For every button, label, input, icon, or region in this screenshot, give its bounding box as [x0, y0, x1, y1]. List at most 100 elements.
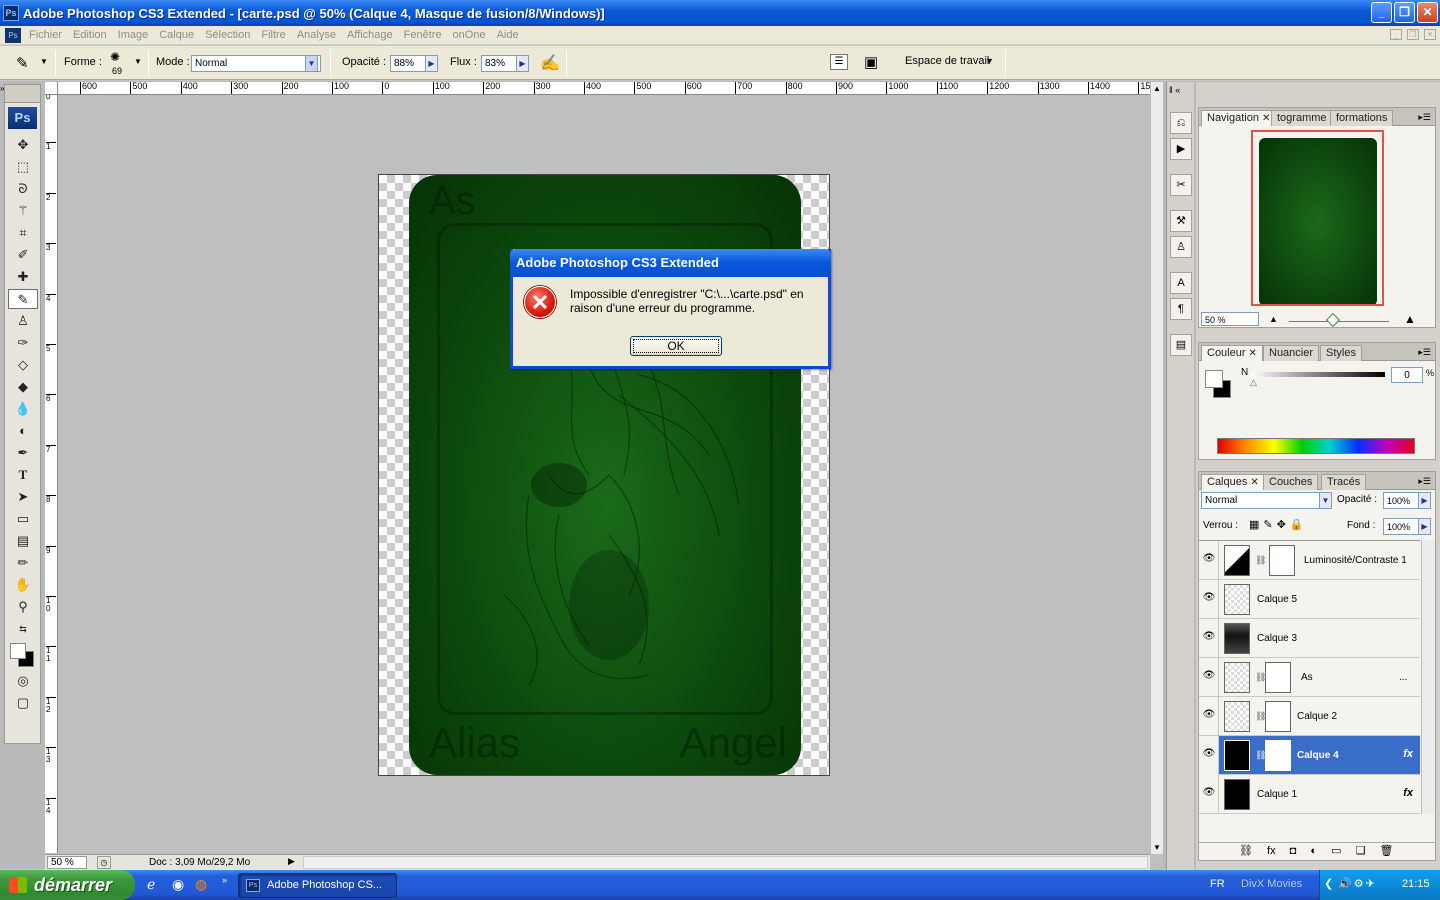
- color-spectrum[interactable]: [1217, 438, 1415, 454]
- menu-analyse[interactable]: Analyse: [297, 29, 343, 41]
- history-panel-icon[interactable]: ⎌: [1170, 112, 1192, 134]
- channel-slider[interactable]: [1251, 372, 1385, 377]
- lasso-tool-icon[interactable]: ᘐ: [8, 179, 38, 199]
- layer-row-as[interactable]: 👁 ⛓ As ...: [1199, 658, 1420, 697]
- document-icon[interactable]: Ps: [5, 27, 21, 43]
- chevron-down-icon[interactable]: ▼: [40, 57, 48, 66]
- layer-row-calque4[interactable]: 👁 ⛓ Calque 4 fx ▼: [1199, 736, 1420, 775]
- mode-select[interactable]: Normal: [191, 55, 321, 72]
- layer-mask-thumb[interactable]: [1265, 701, 1291, 732]
- new-group-icon[interactable]: ▭: [1331, 845, 1341, 857]
- fx-icon[interactable]: fx: [1403, 748, 1413, 760]
- tab-informations[interactable]: formations: [1330, 110, 1394, 126]
- menu-onone[interactable]: onOne: [453, 29, 493, 41]
- zoom-in-icon[interactable]: ▲: [1404, 312, 1416, 326]
- clone-source-icon[interactable]: ♙: [1170, 236, 1192, 258]
- navigator-view-box[interactable]: [1251, 130, 1384, 306]
- visibility-eye-icon[interactable]: 👁: [1202, 552, 1216, 566]
- zoom-field[interactable]: 50 %: [47, 856, 87, 869]
- layer-style-icon[interactable]: fx: [1267, 845, 1276, 857]
- crop-tool-icon[interactable]: ⌗: [8, 223, 38, 243]
- path-selection-tool-icon[interactable]: ➤: [8, 487, 38, 507]
- color-swatches[interactable]: [8, 641, 38, 669]
- layers-scrollbar[interactable]: [1421, 540, 1435, 814]
- menu-affichage[interactable]: Affichage: [347, 29, 400, 41]
- menu-image[interactable]: Image: [118, 29, 156, 41]
- close-button[interactable]: ✕: [1417, 2, 1438, 23]
- photoshop-logo[interactable]: Ps: [8, 107, 37, 129]
- tab-couleur[interactable]: Couleur ✕: [1201, 345, 1263, 361]
- ie-icon[interactable]: ℯ: [147, 876, 155, 893]
- zoom-slider-track[interactable]: [1289, 321, 1389, 322]
- zoom-tool-icon[interactable]: ⚲: [8, 597, 38, 617]
- layer-opacity-arrow[interactable]: ▶: [1418, 492, 1431, 509]
- doc-minimize-icon[interactable]: _: [1390, 29, 1402, 40]
- layer-mask-thumb[interactable]: [1265, 662, 1291, 693]
- language-indicator[interactable]: FR: [1210, 878, 1225, 890]
- notes-tool-icon[interactable]: ▤: [8, 531, 38, 551]
- scroll-down-icon[interactable]: ▼: [1153, 843, 1161, 852]
- brush-tool-preset-icon[interactable]: ✎: [16, 54, 29, 72]
- tab-couches[interactable]: Couches: [1263, 474, 1319, 490]
- fx-icon[interactable]: fx: [1403, 787, 1413, 799]
- swap-colors-icon[interactable]: ⇆: [8, 619, 38, 639]
- blur-tool-icon[interactable]: 💧: [8, 399, 38, 419]
- eyedropper-tool-icon[interactable]: ✏: [8, 553, 38, 573]
- layer-opacity-input[interactable]: 100%: [1383, 492, 1419, 509]
- visibility-eye-icon[interactable]: 👁: [1202, 630, 1216, 644]
- slice-tool-icon[interactable]: ✐: [8, 245, 38, 265]
- actions-panel-icon[interactable]: ▶: [1170, 138, 1192, 160]
- screen-mode-icon[interactable]: ▢: [8, 693, 38, 713]
- opacite-input[interactable]: 88%: [390, 55, 426, 72]
- layer-row-calque1[interactable]: 👁 Calque 1 fx ▼: [1199, 775, 1420, 814]
- visibility-eye-icon[interactable]: 👁: [1202, 708, 1216, 722]
- menu-fenetre[interactable]: Fenêtre: [404, 29, 449, 41]
- layer-row-calque2[interactable]: 👁 ⛓ Calque 2: [1199, 697, 1420, 736]
- paragraph-panel-icon[interactable]: ¶: [1170, 298, 1192, 320]
- marquee-tool-icon[interactable]: ⬚: [8, 157, 38, 177]
- panel-menu-icon[interactable]: ▸☰: [1418, 476, 1431, 487]
- zoom-out-icon[interactable]: ▲: [1269, 314, 1278, 324]
- hand-tool-icon[interactable]: ✋: [8, 575, 38, 595]
- tab-traces[interactable]: Tracés: [1321, 474, 1367, 490]
- tab-nuancier[interactable]: Nuancier: [1263, 345, 1320, 361]
- pen-tool-icon[interactable]: ✒: [8, 443, 38, 463]
- dialog-title[interactable]: Adobe Photoshop CS3 Extended: [510, 249, 831, 277]
- quicklaunch-expand-icon[interactable]: »: [222, 875, 227, 885]
- menu-edition[interactable]: Edition: [73, 29, 114, 41]
- fill-input[interactable]: 100%: [1383, 518, 1419, 535]
- photoshop-app-icon[interactable]: Ps: [3, 5, 19, 21]
- toolbox-header[interactable]: [5, 85, 40, 103]
- flux-input[interactable]: 83%: [481, 55, 517, 72]
- menu-selection[interactable]: Sélection: [205, 29, 257, 41]
- stamp-tool-icon[interactable]: ♙: [8, 311, 38, 331]
- layer-mask-thumb[interactable]: [1265, 740, 1291, 771]
- eraser-tool-icon[interactable]: ◇: [8, 355, 38, 375]
- visibility-eye-icon[interactable]: 👁: [1202, 669, 1216, 683]
- vertical-scrollbar[interactable]: ▲ ▼: [1150, 82, 1163, 854]
- tab-calques[interactable]: Calques ✕: [1201, 474, 1265, 490]
- brush-preview-icon[interactable]: ✺: [110, 50, 120, 64]
- paint-bucket-tool-icon[interactable]: ◆: [8, 377, 38, 397]
- workspace-label[interactable]: Espace de travail: [905, 55, 989, 67]
- tab-navigation[interactable]: Navigation ✕: [1201, 110, 1277, 126]
- strip-header[interactable]: ‖ «: [1167, 82, 1194, 108]
- move-tool-icon[interactable]: ✥: [8, 135, 38, 155]
- healing-brush-tool-icon[interactable]: ✚: [8, 267, 38, 287]
- menu-calque[interactable]: Calque: [159, 29, 201, 41]
- desktop-icon[interactable]: ◉: [172, 876, 184, 893]
- airbrush-icon[interactable]: ✍: [540, 53, 560, 73]
- brushes-panel-icon[interactable]: ⚒: [1170, 210, 1192, 232]
- history-brush-tool-icon[interactable]: ✑: [8, 333, 38, 353]
- channel-input[interactable]: 0: [1391, 367, 1423, 383]
- minimize-button[interactable]: _: [1371, 2, 1392, 23]
- clock[interactable]: 21:15: [1402, 878, 1430, 890]
- tray-expand-icon[interactable]: ❮: [1324, 877, 1333, 890]
- quick-mask-icon[interactable]: ◎: [8, 671, 38, 691]
- layer-row-calque3[interactable]: 👁 Calque 3: [1199, 619, 1420, 658]
- fill-arrow[interactable]: ▶: [1418, 518, 1431, 535]
- add-mask-icon[interactable]: ◘: [1290, 845, 1297, 857]
- foreground-color-swatch[interactable]: [10, 643, 26, 659]
- chevron-down-icon[interactable]: ▼: [985, 56, 994, 66]
- navigator-zoom-field[interactable]: 50 %: [1201, 312, 1259, 326]
